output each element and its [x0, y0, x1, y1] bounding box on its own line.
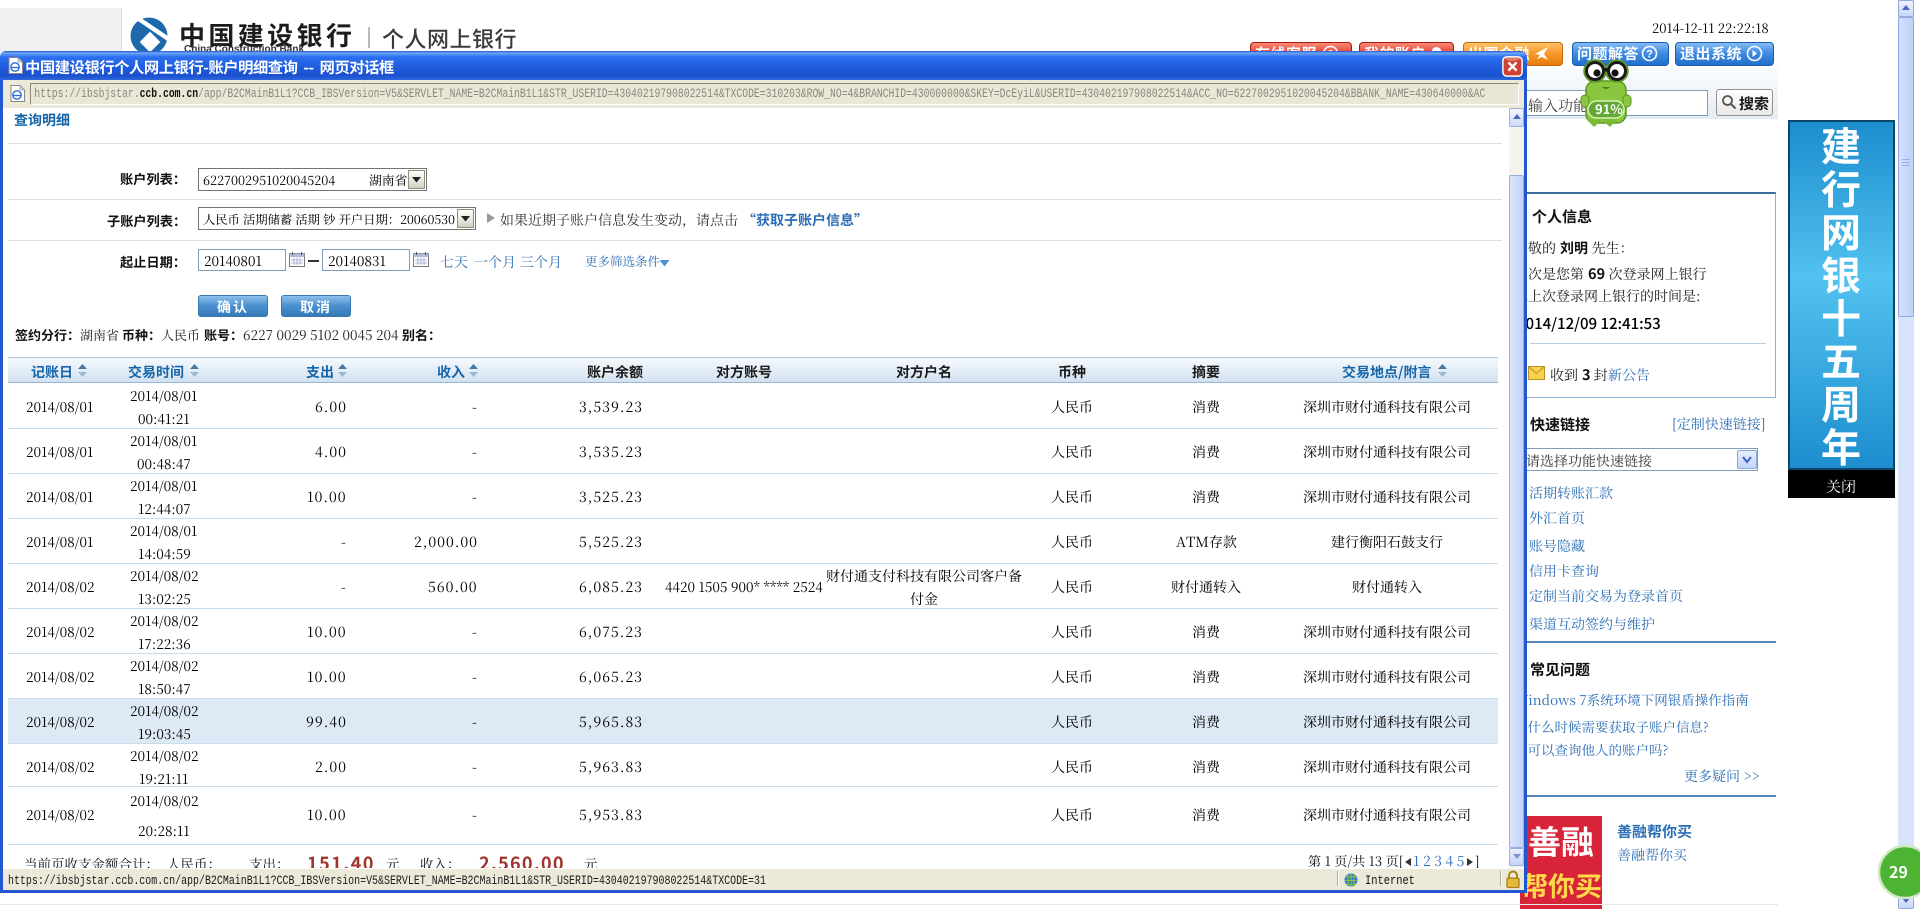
svg-text:?: ?: [1646, 49, 1653, 61]
